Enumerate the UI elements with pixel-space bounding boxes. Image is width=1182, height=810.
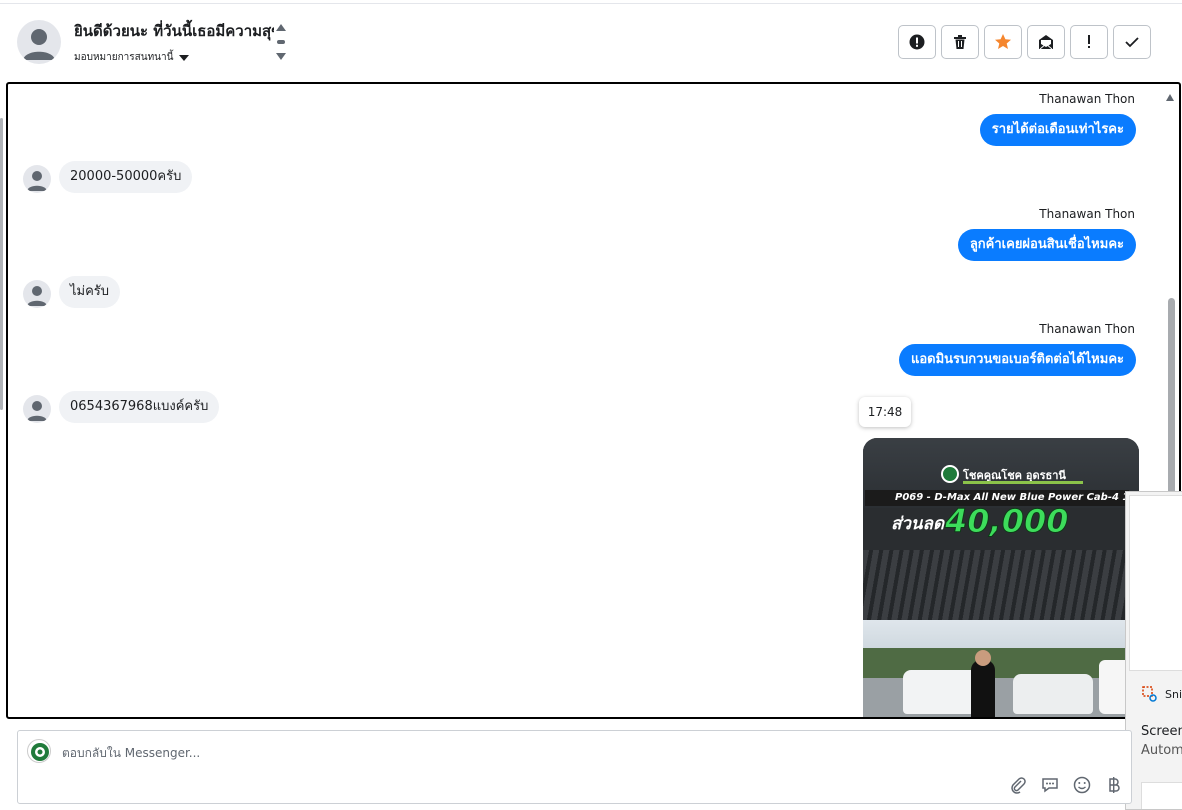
star-icon (995, 34, 1011, 49)
snip-action-box[interactable] (1141, 782, 1182, 809)
contact-avatar-small (23, 280, 51, 308)
check-icon (1125, 37, 1139, 48)
attach-button[interactable] (1008, 775, 1028, 795)
conversation-toolbar (898, 25, 1151, 59)
mark-unread-button[interactable] (1027, 25, 1065, 59)
payment-button[interactable] (1104, 775, 1124, 795)
message-sender-name: Thanawan Thon (1039, 207, 1135, 221)
scroll-up-arrow-icon[interactable] (1166, 94, 1174, 101)
photo-discount-label: ส่วนลด (891, 514, 945, 534)
caret-down-icon (179, 54, 190, 61)
photo-roof (863, 550, 1139, 620)
snipping-tool-icon (1142, 686, 1158, 702)
mail-icon (1039, 35, 1053, 50)
follow-up-button[interactable] (1070, 25, 1108, 59)
star-button[interactable] (984, 25, 1022, 59)
photo-person (971, 660, 995, 717)
snipping-tool-popup[interactable]: Snip Screen Autom (1125, 491, 1182, 810)
page-avatar (27, 739, 51, 763)
alert-circle-icon (909, 34, 925, 50)
incoming-message[interactable]: 0654367968แบงค์ครับ (59, 391, 220, 423)
composer-tools (1008, 775, 1124, 795)
person-icon (27, 401, 47, 421)
exclamation-icon (1088, 35, 1090, 48)
assign-label: มอบหมายการสนทนานี้ (74, 52, 174, 63)
reply-composer (17, 730, 1132, 804)
conversation-nav-arrows[interactable] (275, 22, 287, 62)
message-sender-name: Thanawan Thon (1039, 92, 1135, 106)
snip-app-title: Snip (1165, 688, 1182, 701)
outgoing-message[interactable]: รายได้ต่อเดือนเท่าไรคะ (979, 114, 1136, 146)
up-down-arrows-icon (276, 24, 286, 60)
emoji-button[interactable] (1072, 775, 1092, 795)
trash-icon (954, 35, 966, 49)
outgoing-message[interactable]: ลูกค้าเคยผ่อนสินเชื่อไหมคะ (957, 229, 1136, 261)
assign-conversation-dropdown[interactable]: มอบหมายการสนทนานี้ (74, 50, 190, 65)
photo-discount-value: 40,000 (944, 502, 1069, 541)
dealer-logo-icon (941, 465, 959, 483)
photo-pickup-truck (1013, 674, 1093, 714)
conversation-title: ยินดีด้วยนะ ที่วันนี้เธอมีความสุข (74, 22, 274, 40)
message-timestamp-tooltip: 17:48 (859, 397, 911, 427)
snip-subtext: Autom (1141, 743, 1182, 758)
chat-bubble-icon (1042, 778, 1058, 793)
conversation-header: ยินดีด้วยนะ ที่วันนี้เธอมีความสุข มอบหมา… (0, 0, 1182, 82)
snip-heading: Screen (1141, 724, 1182, 739)
contact-avatar[interactable] (17, 20, 61, 64)
delete-button[interactable] (941, 25, 979, 59)
reply-input[interactable] (62, 743, 962, 763)
contact-avatar-small (23, 165, 51, 193)
contact-avatar-small (23, 395, 51, 423)
snip-thumbnail[interactable] (1129, 495, 1182, 671)
message-thread[interactable]: Thanawan Thon รายได้ต่อเดือนเท่าไรคะ 200… (6, 82, 1181, 719)
incoming-message[interactable]: 20000-50000ครับ (59, 161, 193, 193)
paperclip-icon (1011, 777, 1026, 794)
incoming-message[interactable]: ไม่ครับ (59, 276, 121, 308)
person-icon (23, 29, 55, 60)
person-icon (27, 171, 47, 191)
saved-replies-button[interactable] (1040, 775, 1060, 795)
message-sender-name: Thanawan Thon (1039, 322, 1135, 336)
inbox-conversation-view: ยินดีด้วยนะ ที่วันนี้เธอมีความสุข มอบหมา… (0, 0, 1182, 810)
outgoing-message[interactable]: แอดมินรบกวนขอเบอร์ติดต่อได้ไหมคะ (898, 344, 1136, 376)
photo-person-head (975, 650, 991, 666)
mark-spam-button[interactable] (898, 25, 936, 59)
baht-icon (1109, 777, 1120, 793)
mark-done-button[interactable] (1113, 25, 1151, 59)
photo-brand-underline (963, 481, 1083, 484)
page-logo-icon (31, 743, 49, 761)
person-icon (27, 286, 47, 306)
header-divider (0, 3, 1182, 4)
smiley-icon (1073, 776, 1091, 794)
left-edge-scrollbar[interactable] (0, 118, 3, 410)
image-attachment[interactable]: โชคคูณโชค อุดรธานี P069 - D-Max All New … (863, 438, 1139, 717)
